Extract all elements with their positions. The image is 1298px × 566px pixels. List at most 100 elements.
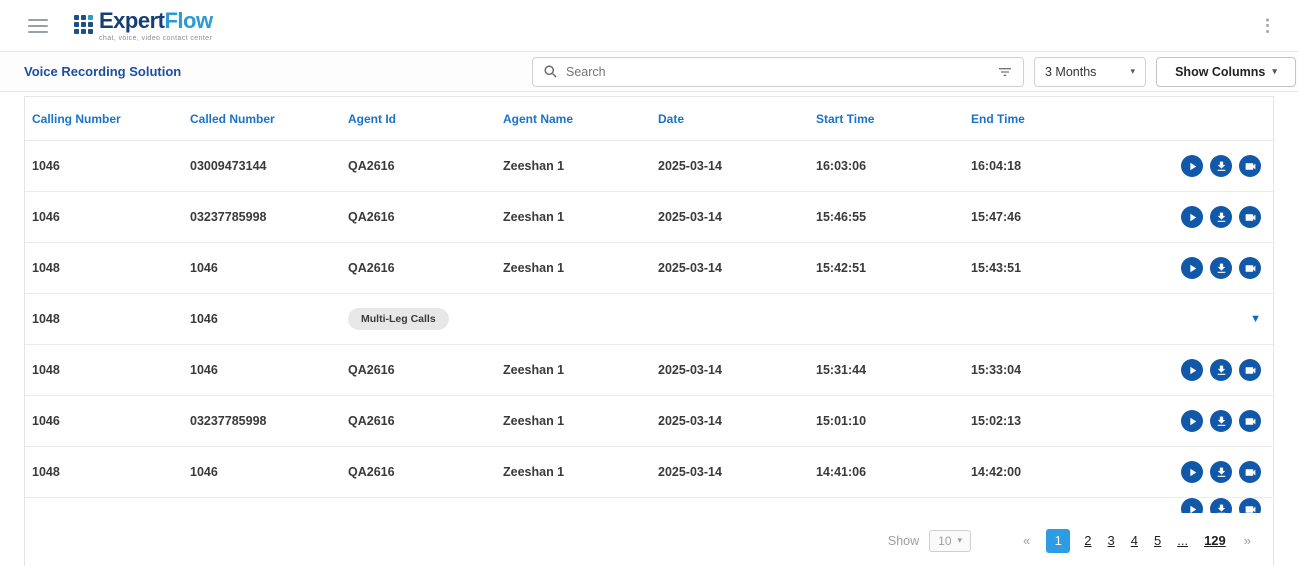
page-size-select[interactable]: 10 ▾ (929, 530, 971, 552)
download-button[interactable] (1210, 155, 1232, 177)
row-actions (1181, 155, 1261, 177)
cell-start-time: 16:03:06 (809, 159, 964, 173)
filter-icon[interactable] (997, 64, 1013, 80)
play-button[interactable] (1181, 498, 1203, 513)
video-icon (1244, 503, 1257, 514)
kebab-menu-icon[interactable]: ⋮ (1251, 17, 1284, 34)
agent-id-text: QA2616 (348, 465, 395, 479)
play-icon (1186, 415, 1199, 428)
play-icon (1186, 466, 1199, 479)
play-button[interactable] (1181, 257, 1203, 279)
download-button[interactable] (1210, 257, 1232, 279)
search-input[interactable] (566, 65, 989, 79)
cell-start-time: 14:41:06 (809, 465, 964, 479)
cell-called-number: 1046 (183, 312, 341, 326)
download-button[interactable] (1210, 461, 1232, 483)
pagination-page[interactable]: 1 (1046, 529, 1070, 553)
cell-agent-id: QA2616 (341, 159, 496, 173)
cell-end-time: 15:33:04 (964, 363, 1154, 377)
col-agent-name: Agent Name (496, 112, 651, 126)
cell-actions: ▼ (1154, 294, 1273, 344)
top-bar: ExpertFlow chat, voice, video contact ce… (0, 0, 1298, 52)
cell-agent-id: QA2616 (341, 210, 496, 224)
cell-agent-id: QA2616 (341, 465, 496, 479)
pagination-ellipsis: ... (1177, 533, 1188, 548)
cell-start-time: 15:01:10 (809, 414, 964, 428)
play-icon (1186, 160, 1199, 173)
table-row[interactable]: 1046 03009473144 QA2616 Zeeshan 1 2025-0… (25, 141, 1273, 192)
cell-actions: ▼ (1154, 498, 1273, 513)
play-icon (1186, 503, 1199, 514)
agent-id-text: QA2616 (348, 414, 395, 428)
download-icon (1215, 262, 1228, 275)
play-button[interactable] (1181, 410, 1203, 432)
table-header-row: Calling Number Called Number Agent Id Ag… (25, 97, 1273, 141)
table-row[interactable]: 1048 1046 QA2616 Zeeshan 1 2025-03-14 14… (25, 447, 1273, 498)
search-box[interactable] (532, 57, 1024, 87)
video-button[interactable] (1239, 155, 1261, 177)
download-button[interactable] (1210, 498, 1232, 513)
video-button[interactable] (1239, 206, 1261, 228)
table-row[interactable]: 1046 03237785998 QA2616 Zeeshan 1 2025-0… (25, 396, 1273, 447)
video-button[interactable] (1239, 410, 1261, 432)
video-button[interactable] (1239, 498, 1261, 513)
cell-start-time: 15:46:55 (809, 210, 964, 224)
download-icon (1215, 211, 1228, 224)
pagination-page[interactable]: 129 (1204, 533, 1226, 548)
hamburger-menu-icon[interactable] (28, 19, 48, 33)
table-row[interactable]: 1046 03237785998 QA2616 Zeeshan 1 2025-0… (25, 192, 1273, 243)
download-button[interactable] (1210, 359, 1232, 381)
table-body: 1046 03009473144 QA2616 Zeeshan 1 2025-0… (25, 141, 1273, 513)
expand-chevron-icon[interactable]: ▼ (1250, 314, 1261, 325)
pagination-next[interactable]: » (1244, 533, 1251, 548)
col-start-time: Start Time (809, 112, 964, 126)
agent-id-text: QA2616 (348, 159, 395, 173)
table-row[interactable]: 1048 1046 Multi-Leg Calls (25, 294, 1273, 345)
agent-id-text: QA2616 (348, 261, 395, 275)
cell-called-number: 1046 (183, 363, 341, 377)
play-button[interactable] (1181, 206, 1203, 228)
pagination-page[interactable]: 5 (1154, 533, 1161, 548)
col-calling-number: Calling Number (25, 112, 183, 126)
cell-calling-number: 1048 (25, 261, 183, 275)
download-icon (1215, 364, 1228, 377)
cell-calling-number: 1046 (25, 159, 183, 173)
play-button[interactable] (1181, 461, 1203, 483)
cell-end-time: 16:04:18 (964, 159, 1154, 173)
video-icon (1244, 160, 1257, 173)
row-actions (1181, 359, 1261, 381)
cell-date: 2025-03-14 (651, 414, 809, 428)
play-button[interactable] (1181, 155, 1203, 177)
show-label: Show (888, 534, 919, 548)
row-actions (1181, 206, 1261, 228)
period-dropdown[interactable]: 3 Months ▾ (1034, 57, 1146, 87)
show-columns-button[interactable]: Show Columns ▾ (1156, 57, 1296, 87)
download-button[interactable] (1210, 410, 1232, 432)
table-row[interactable]: 1048 1046 QA2616 Zeeshan 1 2025-03-14 15… (25, 243, 1273, 294)
video-button[interactable] (1239, 257, 1261, 279)
cell-calling-number: 1048 (25, 465, 183, 479)
cell-date: 2025-03-14 (651, 210, 809, 224)
pagination-prev[interactable]: « (1023, 533, 1030, 548)
cell-agent-id: QA2616 (341, 363, 496, 377)
pagination-page[interactable]: 3 (1108, 533, 1115, 548)
chevron-down-icon: ▾ (1130, 67, 1135, 76)
video-button[interactable] (1239, 359, 1261, 381)
chevron-down-icon: ▾ (958, 536, 963, 545)
col-called-number: Called Number (183, 112, 341, 126)
play-button[interactable] (1181, 359, 1203, 381)
cell-actions: ▼ (1154, 396, 1273, 446)
chevron-down-icon: ▾ (1272, 67, 1277, 76)
cell-start-time: 15:42:51 (809, 261, 964, 275)
download-button[interactable] (1210, 206, 1232, 228)
table-row[interactable]: ▼ (25, 498, 1273, 513)
video-button[interactable] (1239, 461, 1261, 483)
cell-calling-number: 1048 (25, 312, 183, 326)
cell-agent-name: Zeeshan 1 (496, 363, 651, 377)
table-footer: Show 10 ▾ « 12 3 4 5... 129 » (25, 513, 1273, 566)
table-row[interactable]: 1048 1046 QA2616 Zeeshan 1 2025-03-14 15… (25, 345, 1273, 396)
pagination-page[interactable]: 2 (1084, 533, 1091, 548)
agent-id-text: QA2616 (348, 363, 395, 377)
cell-agent-id: QA2616 (341, 414, 496, 428)
pagination-page[interactable]: 4 (1131, 533, 1138, 548)
